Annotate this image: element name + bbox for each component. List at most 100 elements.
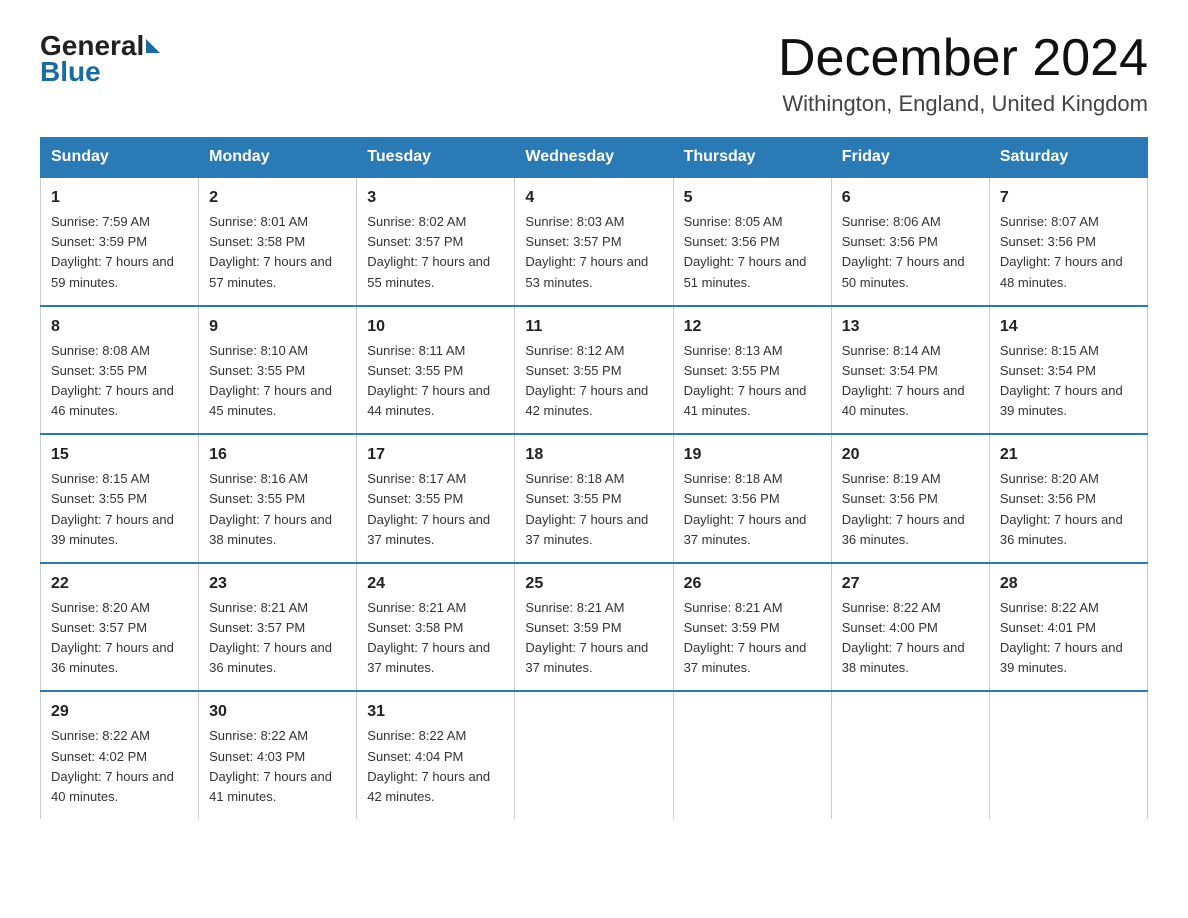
day-number: 13 xyxy=(842,315,979,339)
col-wednesday: Wednesday xyxy=(515,138,673,178)
day-info: Sunrise: 8:21 AMSunset: 3:58 PMDaylight:… xyxy=(367,598,504,679)
day-number: 4 xyxy=(525,186,662,210)
day-number: 8 xyxy=(51,315,188,339)
calendar-day-cell: 15Sunrise: 8:15 AMSunset: 3:55 PMDayligh… xyxy=(41,434,199,563)
col-monday: Monday xyxy=(199,138,357,178)
calendar-day-cell: 28Sunrise: 8:22 AMSunset: 4:01 PMDayligh… xyxy=(989,563,1147,692)
day-number: 21 xyxy=(1000,443,1137,467)
day-number: 1 xyxy=(51,186,188,210)
calendar-week-row: 22Sunrise: 8:20 AMSunset: 3:57 PMDayligh… xyxy=(41,563,1148,692)
calendar-day-cell: 29Sunrise: 8:22 AMSunset: 4:02 PMDayligh… xyxy=(41,691,199,819)
location: Withington, England, United Kingdom xyxy=(778,91,1148,117)
day-info: Sunrise: 8:16 AMSunset: 3:55 PMDaylight:… xyxy=(209,469,346,550)
calendar-day-cell: 3Sunrise: 8:02 AMSunset: 3:57 PMDaylight… xyxy=(357,177,515,306)
day-info: Sunrise: 8:01 AMSunset: 3:58 PMDaylight:… xyxy=(209,212,346,293)
day-number: 12 xyxy=(684,315,821,339)
day-number: 3 xyxy=(367,186,504,210)
logo-blue: Blue xyxy=(40,56,101,88)
day-info: Sunrise: 8:02 AMSunset: 3:57 PMDaylight:… xyxy=(367,212,504,293)
day-number: 5 xyxy=(684,186,821,210)
calendar-day-cell: 9Sunrise: 8:10 AMSunset: 3:55 PMDaylight… xyxy=(199,306,357,435)
calendar-day-cell: 25Sunrise: 8:21 AMSunset: 3:59 PMDayligh… xyxy=(515,563,673,692)
calendar-week-row: 8Sunrise: 8:08 AMSunset: 3:55 PMDaylight… xyxy=(41,306,1148,435)
day-info: Sunrise: 7:59 AMSunset: 3:59 PMDaylight:… xyxy=(51,212,188,293)
day-info: Sunrise: 8:07 AMSunset: 3:56 PMDaylight:… xyxy=(1000,212,1137,293)
calendar-week-row: 15Sunrise: 8:15 AMSunset: 3:55 PMDayligh… xyxy=(41,434,1148,563)
day-info: Sunrise: 8:03 AMSunset: 3:57 PMDaylight:… xyxy=(525,212,662,293)
day-info: Sunrise: 8:21 AMSunset: 3:59 PMDaylight:… xyxy=(525,598,662,679)
day-info: Sunrise: 8:10 AMSunset: 3:55 PMDaylight:… xyxy=(209,341,346,422)
col-saturday: Saturday xyxy=(989,138,1147,178)
col-sunday: Sunday xyxy=(41,138,199,178)
page-header: General Blue December 2024 Withington, E… xyxy=(40,30,1148,117)
calendar-day-cell: 21Sunrise: 8:20 AMSunset: 3:56 PMDayligh… xyxy=(989,434,1147,563)
day-info: Sunrise: 8:21 AMSunset: 3:57 PMDaylight:… xyxy=(209,598,346,679)
day-info: Sunrise: 8:22 AMSunset: 4:02 PMDaylight:… xyxy=(51,726,188,807)
calendar-day-cell: 20Sunrise: 8:19 AMSunset: 3:56 PMDayligh… xyxy=(831,434,989,563)
day-info: Sunrise: 8:17 AMSunset: 3:55 PMDaylight:… xyxy=(367,469,504,550)
day-number: 11 xyxy=(525,315,662,339)
logo-arrow-icon xyxy=(146,39,160,53)
day-number: 18 xyxy=(525,443,662,467)
calendar-day-cell: 6Sunrise: 8:06 AMSunset: 3:56 PMDaylight… xyxy=(831,177,989,306)
calendar-day-cell: 2Sunrise: 8:01 AMSunset: 3:58 PMDaylight… xyxy=(199,177,357,306)
day-number: 26 xyxy=(684,572,821,596)
day-info: Sunrise: 8:18 AMSunset: 3:55 PMDaylight:… xyxy=(525,469,662,550)
calendar-day-cell: 17Sunrise: 8:17 AMSunset: 3:55 PMDayligh… xyxy=(357,434,515,563)
day-number: 9 xyxy=(209,315,346,339)
day-number: 20 xyxy=(842,443,979,467)
day-number: 29 xyxy=(51,700,188,724)
calendar-day-cell: 13Sunrise: 8:14 AMSunset: 3:54 PMDayligh… xyxy=(831,306,989,435)
calendar-day-cell: 5Sunrise: 8:05 AMSunset: 3:56 PMDaylight… xyxy=(673,177,831,306)
calendar-header-row: Sunday Monday Tuesday Wednesday Thursday… xyxy=(41,138,1148,178)
day-info: Sunrise: 8:12 AMSunset: 3:55 PMDaylight:… xyxy=(525,341,662,422)
calendar-day-cell: 24Sunrise: 8:21 AMSunset: 3:58 PMDayligh… xyxy=(357,563,515,692)
day-number: 31 xyxy=(367,700,504,724)
day-info: Sunrise: 8:22 AMSunset: 4:01 PMDaylight:… xyxy=(1000,598,1137,679)
calendar-day-cell: 16Sunrise: 8:16 AMSunset: 3:55 PMDayligh… xyxy=(199,434,357,563)
month-title: December 2024 xyxy=(778,30,1148,87)
calendar-day-cell: 7Sunrise: 8:07 AMSunset: 3:56 PMDaylight… xyxy=(989,177,1147,306)
day-info: Sunrise: 8:18 AMSunset: 3:56 PMDaylight:… xyxy=(684,469,821,550)
day-number: 17 xyxy=(367,443,504,467)
day-number: 6 xyxy=(842,186,979,210)
calendar-day-cell: 14Sunrise: 8:15 AMSunset: 3:54 PMDayligh… xyxy=(989,306,1147,435)
day-number: 22 xyxy=(51,572,188,596)
day-number: 30 xyxy=(209,700,346,724)
day-info: Sunrise: 8:22 AMSunset: 4:00 PMDaylight:… xyxy=(842,598,979,679)
calendar-day-cell: 23Sunrise: 8:21 AMSunset: 3:57 PMDayligh… xyxy=(199,563,357,692)
day-number: 28 xyxy=(1000,572,1137,596)
calendar-day-cell xyxy=(831,691,989,819)
day-number: 25 xyxy=(525,572,662,596)
calendar-day-cell xyxy=(989,691,1147,819)
col-friday: Friday xyxy=(831,138,989,178)
calendar-day-cell xyxy=(515,691,673,819)
calendar-day-cell xyxy=(673,691,831,819)
calendar-table: Sunday Monday Tuesday Wednesday Thursday… xyxy=(40,137,1148,819)
calendar-day-cell: 8Sunrise: 8:08 AMSunset: 3:55 PMDaylight… xyxy=(41,306,199,435)
calendar-day-cell: 12Sunrise: 8:13 AMSunset: 3:55 PMDayligh… xyxy=(673,306,831,435)
day-info: Sunrise: 8:15 AMSunset: 3:55 PMDaylight:… xyxy=(51,469,188,550)
day-info: Sunrise: 8:14 AMSunset: 3:54 PMDaylight:… xyxy=(842,341,979,422)
day-number: 16 xyxy=(209,443,346,467)
day-number: 27 xyxy=(842,572,979,596)
day-info: Sunrise: 8:20 AMSunset: 3:56 PMDaylight:… xyxy=(1000,469,1137,550)
logo: General Blue xyxy=(40,30,160,88)
day-number: 14 xyxy=(1000,315,1137,339)
calendar-week-row: 1Sunrise: 7:59 AMSunset: 3:59 PMDaylight… xyxy=(41,177,1148,306)
day-number: 10 xyxy=(367,315,504,339)
calendar-day-cell: 18Sunrise: 8:18 AMSunset: 3:55 PMDayligh… xyxy=(515,434,673,563)
title-area: December 2024 Withington, England, Unite… xyxy=(778,30,1148,117)
day-info: Sunrise: 8:19 AMSunset: 3:56 PMDaylight:… xyxy=(842,469,979,550)
col-tuesday: Tuesday xyxy=(357,138,515,178)
day-number: 15 xyxy=(51,443,188,467)
col-thursday: Thursday xyxy=(673,138,831,178)
day-info: Sunrise: 8:15 AMSunset: 3:54 PMDaylight:… xyxy=(1000,341,1137,422)
day-number: 19 xyxy=(684,443,821,467)
day-number: 23 xyxy=(209,572,346,596)
calendar-day-cell: 31Sunrise: 8:22 AMSunset: 4:04 PMDayligh… xyxy=(357,691,515,819)
calendar-day-cell: 27Sunrise: 8:22 AMSunset: 4:00 PMDayligh… xyxy=(831,563,989,692)
day-info: Sunrise: 8:11 AMSunset: 3:55 PMDaylight:… xyxy=(367,341,504,422)
calendar-day-cell: 26Sunrise: 8:21 AMSunset: 3:59 PMDayligh… xyxy=(673,563,831,692)
day-info: Sunrise: 8:06 AMSunset: 3:56 PMDaylight:… xyxy=(842,212,979,293)
